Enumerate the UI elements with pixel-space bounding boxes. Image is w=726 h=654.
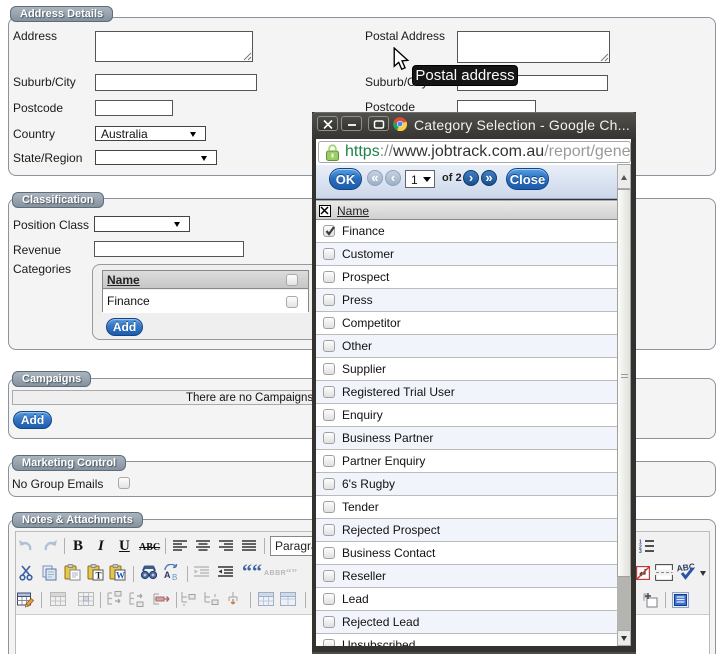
svg-text:3: 3	[639, 549, 642, 553]
svg-text:B: B	[172, 573, 177, 581]
svg-text:A: A	[164, 570, 171, 580]
svg-text:T: T	[96, 571, 102, 581]
svg-text:W: W	[116, 571, 125, 581]
